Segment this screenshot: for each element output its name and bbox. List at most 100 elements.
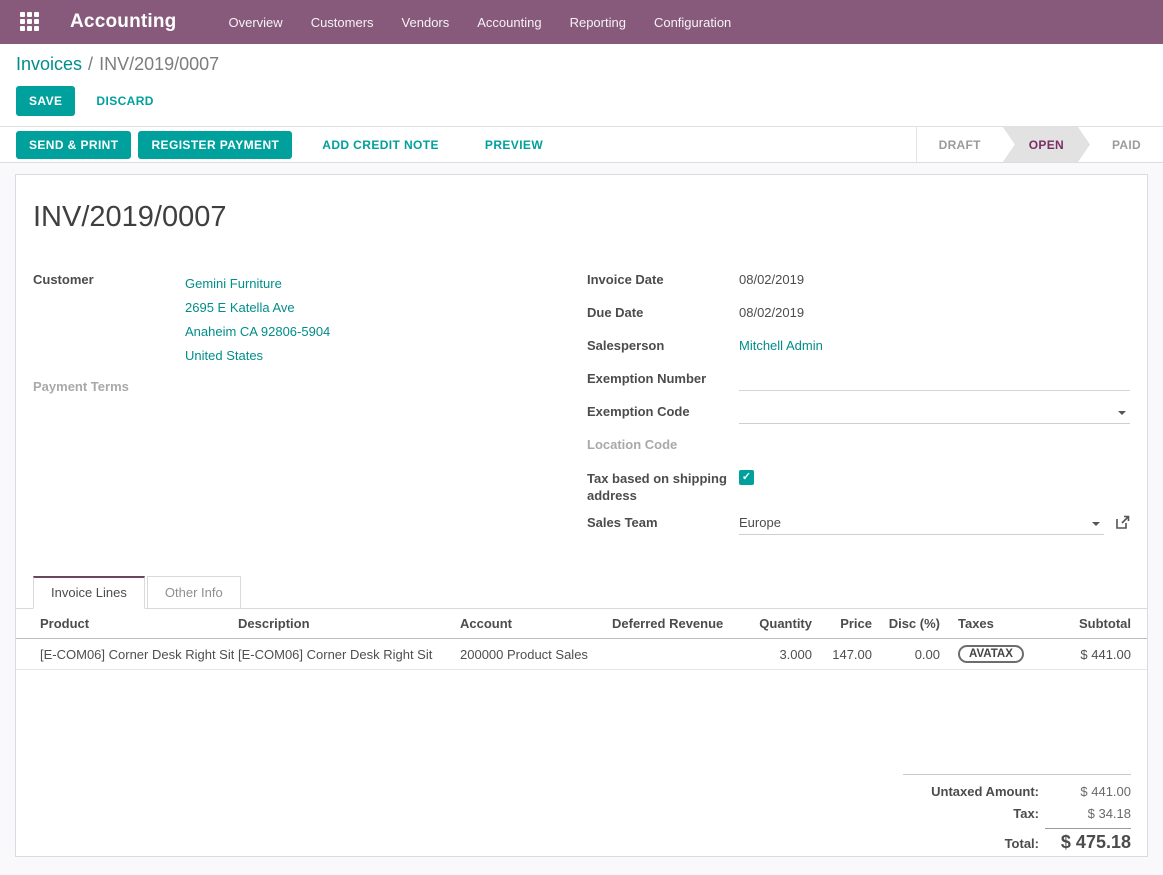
breadcrumb: Invoices/INV/2019/0007 (16, 54, 1147, 75)
tax-shipping-value: ✓ (739, 468, 1130, 504)
salesperson-label: Salesperson (587, 336, 739, 360)
nav-item-reporting[interactable]: Reporting (570, 15, 626, 30)
total-label: Total: (903, 836, 1039, 851)
cell-quantity[interactable]: 3.000 (744, 639, 816, 670)
tax-shipping-checkbox[interactable]: ✓ (739, 470, 754, 485)
total-value: $ 475.18 (1045, 828, 1131, 853)
col-header-description[interactable]: Description (234, 609, 456, 639)
sales-team-wrap: Europe (739, 513, 1130, 537)
external-link-icon[interactable] (1116, 515, 1130, 534)
col-header-account[interactable]: Account (456, 609, 608, 639)
nav-item-configuration[interactable]: Configuration (654, 15, 731, 30)
tab-other-info[interactable]: Other Info (147, 576, 241, 608)
total-row: Total: $ 475.18 (903, 828, 1131, 853)
tax-shipping-label: Tax based on shipping address (587, 468, 739, 504)
cell-description[interactable]: [E-COM06] Corner Desk Right Sit (234, 639, 456, 670)
cell-disc[interactable]: 0.00 (876, 639, 944, 670)
nav-item-vendors[interactable]: Vendors (402, 15, 450, 30)
tax-label: Tax: (903, 806, 1039, 821)
col-header-price[interactable]: Price (816, 609, 876, 639)
status-step-paid[interactable]: PAID (1090, 127, 1163, 162)
sales-team-value: Europe (739, 515, 781, 530)
payment-terms-label: Payment Terms (33, 377, 185, 401)
cell-account[interactable]: 200000 Product Sales (456, 639, 608, 670)
cell-deferred-revenue[interactable] (608, 639, 744, 670)
untaxed-amount-row: Untaxed Amount: $ 441.00 (903, 784, 1131, 799)
exemption-code-label: Exemption Code (587, 402, 739, 426)
col-header-disc[interactable]: Disc (%) (876, 609, 944, 639)
content-area: INV/2019/0007 Customer Gemini Furniture … (0, 163, 1163, 875)
totals-block: Untaxed Amount: $ 441.00 Tax: $ 34.18 To… (903, 774, 1131, 875)
nav-item-customers[interactable]: Customers (311, 15, 374, 30)
customer-name-link[interactable]: Gemini Furniture (185, 272, 538, 296)
send-print-button[interactable]: SEND & PRINT (16, 131, 131, 159)
invoice-form-sheet: INV/2019/0007 Customer Gemini Furniture … (15, 174, 1148, 857)
exemption-code-wrap (739, 402, 1130, 426)
cell-product[interactable]: [E-COM06] Corner Desk Right Sit (16, 639, 234, 670)
breadcrumb-separator: / (88, 54, 93, 74)
payment-terms-row: Payment Terms (33, 377, 538, 401)
customer-label: Customer (33, 270, 185, 368)
customer-field-row: Customer Gemini Furniture 2695 E Katella… (33, 270, 538, 368)
action-row: SAVE DISCARD (16, 86, 1147, 116)
invoice-date-value[interactable]: 08/02/2019 (739, 270, 1130, 294)
exemption-number-label: Exemption Number (587, 369, 739, 393)
tax-shipping-row: Tax based on shipping address ✓ (587, 468, 1130, 504)
tax-row: Tax: $ 34.18 (903, 806, 1131, 821)
sales-team-select[interactable]: Europe (739, 513, 1104, 535)
save-button[interactable]: SAVE (16, 86, 75, 116)
table-header-row: Product Description Account Deferred Rev… (16, 609, 1147, 639)
table-row[interactable]: [E-COM06] Corner Desk Right Sit [E-COM06… (16, 639, 1147, 670)
status-step-draft[interactable]: DRAFT (917, 127, 1003, 162)
customer-country[interactable]: United States (185, 344, 538, 368)
tax-badge[interactable]: AVATAX (958, 645, 1024, 663)
tax-value: $ 34.18 (1045, 806, 1131, 821)
salesperson-link[interactable]: Mitchell Admin (739, 336, 1130, 360)
apps-grid-icon[interactable] (20, 12, 40, 32)
untaxed-amount-value: $ 441.00 (1045, 784, 1131, 799)
field-columns: Customer Gemini Furniture 2695 E Katella… (33, 270, 1130, 546)
breadcrumb-invoices-link[interactable]: Invoices (16, 54, 82, 74)
left-field-group: Customer Gemini Furniture 2695 E Katella… (33, 270, 538, 546)
location-code-label: Location Code (587, 435, 739, 459)
chevron-down-icon (1092, 522, 1100, 526)
exemption-code-row: Exemption Code (587, 402, 1130, 426)
right-field-group: Invoice Date 08/02/2019 Due Date 08/02/2… (587, 270, 1130, 546)
add-credit-note-button[interactable]: ADD CREDIT NOTE (309, 130, 452, 160)
status-step-open[interactable]: OPEN (1003, 127, 1090, 162)
due-date-row: Due Date 08/02/2019 (587, 303, 1130, 327)
exemption-number-input[interactable] (739, 369, 1130, 391)
nav-menu: Overview Customers Vendors Accounting Re… (229, 15, 732, 30)
col-header-taxes[interactable]: Taxes (944, 609, 1038, 639)
preview-button[interactable]: PREVIEW (472, 130, 556, 160)
nav-item-accounting[interactable]: Accounting (477, 15, 541, 30)
customer-city[interactable]: Anaheim CA 92806-5904 (185, 320, 538, 344)
customer-value: Gemini Furniture 2695 E Katella Ave Anah… (185, 270, 538, 368)
payment-terms-value[interactable] (185, 377, 538, 401)
customer-street[interactable]: 2695 E Katella Ave (185, 296, 538, 320)
invoice-date-row: Invoice Date 08/02/2019 (587, 270, 1130, 294)
top-nav-bar: Accounting Overview Customers Vendors Ac… (0, 0, 1163, 44)
col-header-subtotal[interactable]: Subtotal (1038, 609, 1147, 639)
app-title: Accounting (70, 11, 177, 33)
sales-team-row: Sales Team Europe (587, 513, 1130, 537)
tab-invoice-lines[interactable]: Invoice Lines (33, 576, 145, 609)
discard-button[interactable]: DISCARD (83, 86, 166, 116)
col-header-quantity[interactable]: Quantity (744, 609, 816, 639)
col-header-product[interactable]: Product (16, 609, 234, 639)
cell-subtotal[interactable]: $ 441.00 (1038, 639, 1147, 670)
nav-item-overview[interactable]: Overview (229, 15, 283, 30)
due-date-label: Due Date (587, 303, 739, 327)
invoice-title: INV/2019/0007 (33, 201, 1130, 234)
due-date-value[interactable]: 08/02/2019 (739, 303, 1130, 327)
untaxed-amount-label: Untaxed Amount: (903, 784, 1039, 799)
col-header-deferred-revenue[interactable]: Deferred Revenue (608, 609, 744, 639)
status-widget: DRAFT OPEN PAID (916, 127, 1163, 162)
control-panel: Invoices/INV/2019/0007 SAVE DISCARD (0, 44, 1163, 127)
cell-price[interactable]: 147.00 (816, 639, 876, 670)
register-payment-button[interactable]: REGISTER PAYMENT (138, 131, 292, 159)
location-code-row: Location Code (587, 435, 1130, 459)
exemption-code-select[interactable] (739, 402, 1130, 424)
cell-taxes[interactable]: AVATAX (944, 639, 1038, 670)
invoice-date-label: Invoice Date (587, 270, 739, 294)
